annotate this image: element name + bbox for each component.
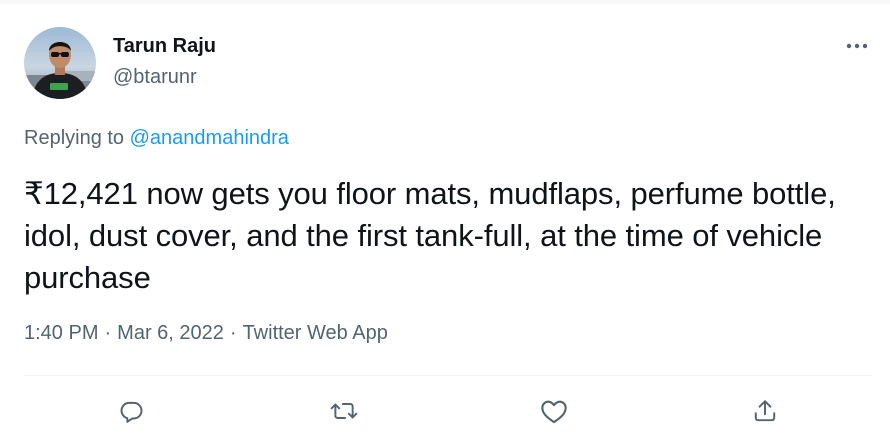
author-name[interactable]: Tarun Raju — [113, 35, 216, 58]
reply-button[interactable] — [113, 393, 149, 429]
replying-to-line: Replying to @anandmahindra — [24, 127, 289, 150]
share-button[interactable] — [747, 393, 783, 429]
retweet-button[interactable] — [326, 393, 362, 429]
top-edge-shadow — [0, 0, 890, 6]
tweet-meta: 1:40 PM · Mar 6, 2022 · Twitter Web App — [24, 322, 388, 345]
tweet-time[interactable]: 1:40 PM — [24, 322, 98, 344]
avatar[interactable] — [24, 27, 96, 99]
tweet-text: ₹12,421 now gets you floor mats, mudflap… — [24, 176, 836, 295]
more-dots-icon — [846, 43, 868, 49]
author-handle[interactable]: @btarunr — [113, 66, 197, 89]
replying-to-label: Replying to — [24, 127, 130, 149]
tweet-date[interactable]: Mar 6, 2022 — [117, 322, 224, 344]
share-upload-icon — [754, 400, 776, 422]
heart-icon — [541, 400, 567, 424]
more-options-button[interactable] — [842, 34, 872, 58]
tweet-card: Tarun Raju @btarunr Replying to @anandma… — [0, 0, 890, 437]
comment-bubble-icon — [120, 401, 143, 423]
reply-mention-link[interactable]: @anandmahindra — [130, 127, 289, 149]
retweet-arrows-icon — [330, 403, 358, 419]
avatar-image — [24, 27, 96, 99]
tweet-source[interactable]: Twitter Web App — [243, 322, 388, 344]
divider — [24, 375, 872, 376]
action-bar — [0, 393, 890, 429]
like-button[interactable] — [536, 393, 572, 429]
meta-separator: · — [229, 322, 237, 344]
meta-separator: · — [104, 322, 112, 344]
